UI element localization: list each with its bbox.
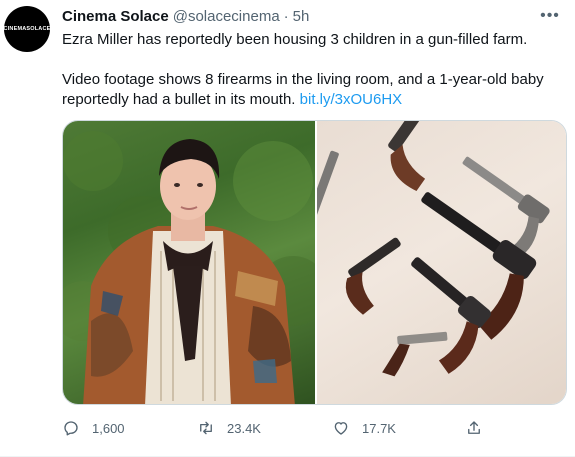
tweet-timestamp[interactable]: 5h [293, 8, 310, 25]
author-handle[interactable]: @solacecinema [173, 8, 280, 25]
tweet-actions: 1,600 23.4K 17.7K [62, 414, 482, 442]
firearms-photo-illustration [317, 121, 550, 377]
person-photo-illustration [63, 131, 315, 404]
tweet-text-line-1: Ezra Miller has reportedly been housing … [62, 31, 528, 48]
separator-dot: · [283, 7, 289, 25]
share-button[interactable] [465, 414, 483, 442]
reply-button[interactable]: 1,600 [62, 414, 125, 442]
retweet-button[interactable]: 23.4K [197, 414, 261, 442]
firearms-photo[interactable] [317, 121, 566, 404]
retweet-count: 23.4K [227, 420, 261, 436]
avatar[interactable]: CINEMASOLACE [4, 6, 50, 52]
like-button[interactable]: 17.7K [332, 414, 396, 442]
like-count: 17.7K [362, 420, 396, 436]
tweet-text: Ezra Miller has reportedly been housing … [62, 30, 557, 110]
author-name[interactable]: Cinema Solace [62, 8, 169, 25]
reply-count: 1,600 [92, 420, 125, 436]
more-icon[interactable]: ••• [539, 6, 561, 26]
tweet-header: Cinema Solace @solacecinema · 5h ••• [62, 6, 561, 26]
heart-icon [334, 422, 348, 435]
tweet-text-line-2: Video footage shows 8 firearms in the li… [62, 70, 557, 110]
media-grid [62, 120, 567, 405]
share-icon [468, 421, 480, 434]
retweet-icon [200, 421, 212, 435]
tweet-card[interactable]: CINEMASOLACE Cinema Solace @solacecinema… [0, 0, 575, 457]
person-photo[interactable] [63, 121, 315, 404]
reply-icon [64, 421, 78, 436]
avatar-logo-text: CINEMASOLACE [3, 26, 51, 32]
tweet-link[interactable]: bit.ly/3xOU6HX [300, 91, 403, 108]
